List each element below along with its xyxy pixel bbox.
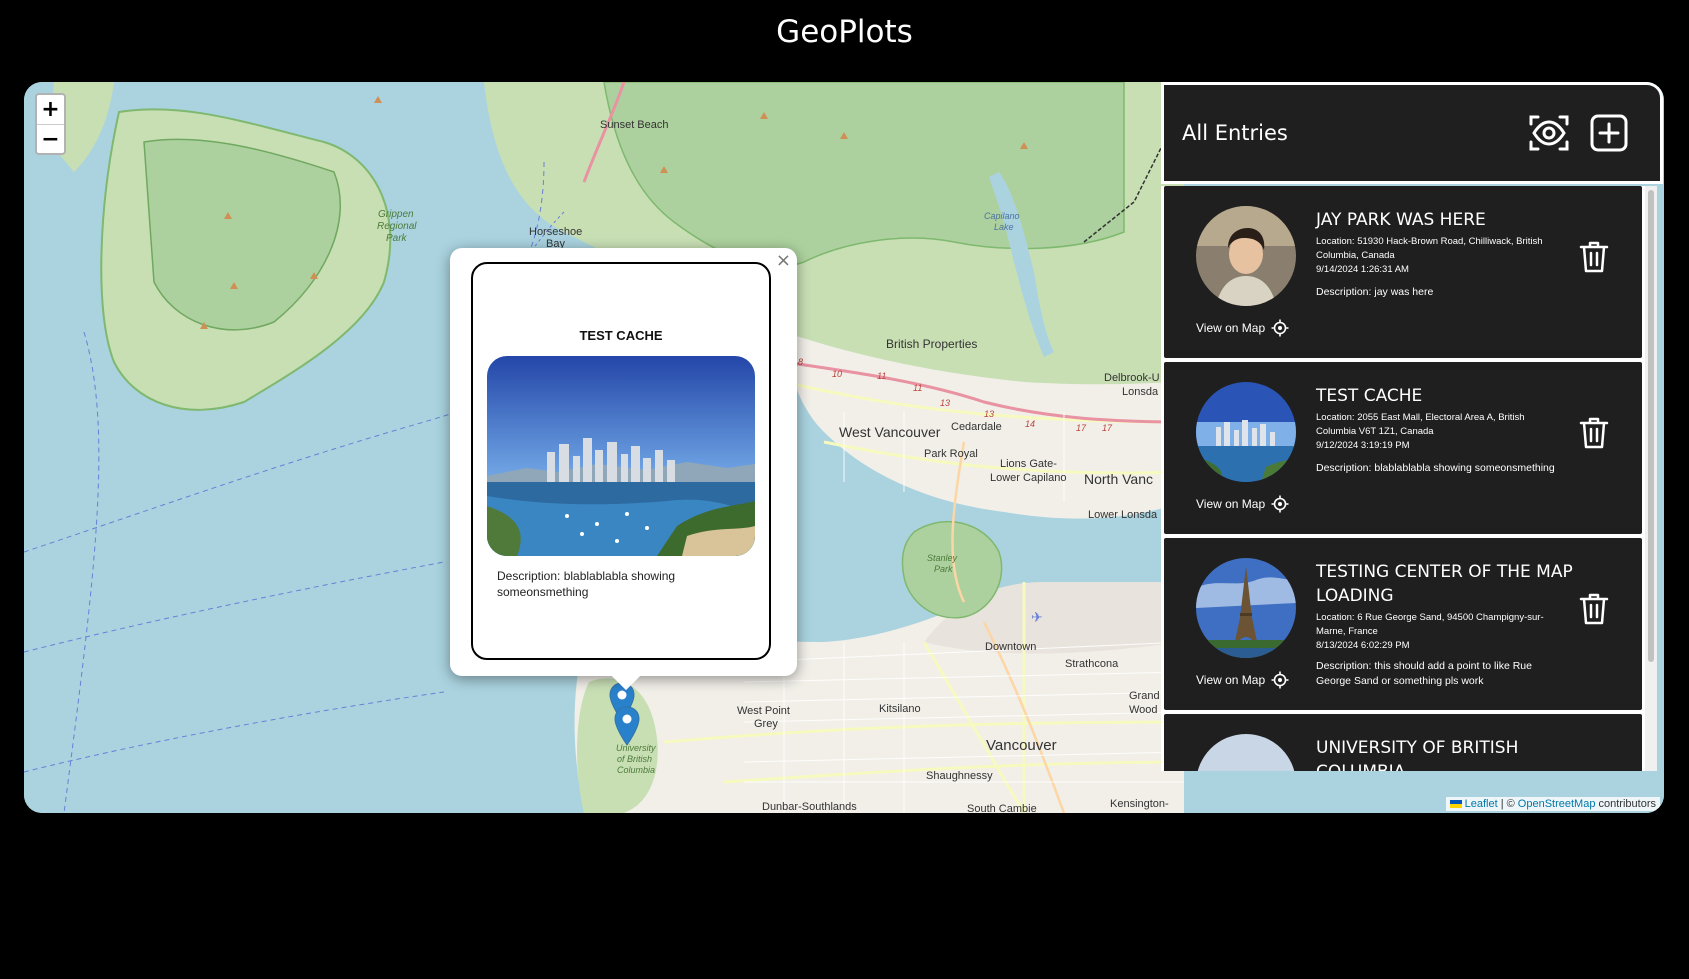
route-number: 11	[877, 371, 886, 381]
map-label: Lions Gate-	[1000, 458, 1057, 470]
entry-date: 9/14/2024 1:26:31 AM	[1316, 264, 1409, 275]
map-label: West Vancouver	[839, 424, 941, 440]
entry-description: Description: jay was here	[1316, 286, 1434, 298]
scrollbar[interactable]	[1645, 186, 1657, 771]
route-number: 13	[940, 398, 950, 408]
entries-panel: All Entries View on Map JAY PARK WAS HER…	[1161, 82, 1664, 813]
view-on-map-label: View on Map	[1196, 673, 1266, 687]
entry-avatar	[1196, 206, 1296, 306]
map-label: Wood	[1129, 704, 1158, 716]
entry-title: JAY PARK WAS HERE	[1316, 210, 1486, 230]
entry-location: Location: 6 Rue George Sand, 94500 Champ…	[1316, 612, 1544, 637]
crosshair-icon	[1271, 495, 1289, 513]
entry-card: View on Map TEST CACHE Location: 2055 Ea…	[1164, 362, 1642, 534]
map-label: Grand	[1129, 690, 1160, 702]
entry-card: View on Map TESTING CENTER OF THE MAP LO…	[1164, 538, 1642, 710]
map-label: Lower Lonsda	[1088, 509, 1158, 521]
view-on-map-button[interactable]: View on Map	[1196, 495, 1289, 513]
map-label: Dunbar-Southlands	[762, 801, 857, 813]
view-on-map-button[interactable]: View on Map	[1196, 319, 1289, 337]
entry-avatar	[1196, 734, 1296, 771]
route-number: 11	[913, 383, 922, 393]
crosshair-icon	[1271, 671, 1289, 689]
popup-image	[487, 356, 755, 556]
map-label: Lower Capilano	[990, 472, 1066, 484]
entry-date: 8/13/2024 6:02:29 PM	[1316, 640, 1410, 651]
entries-list[interactable]: View on Map JAY PARK WAS HERE Location: …	[1161, 186, 1657, 771]
map-marker-pin[interactable]	[614, 706, 640, 746]
route-number: 17	[1102, 423, 1113, 433]
eye-icon[interactable]	[1528, 112, 1570, 154]
entry-avatar	[1196, 558, 1296, 658]
map-label: Kitsilano	[879, 703, 921, 715]
map-label: Grippen	[378, 209, 414, 220]
route-number: 10	[832, 369, 842, 379]
popup-card: TEST CACHE Description: blablablabla sho…	[471, 262, 771, 660]
map-label: of British	[617, 754, 652, 764]
app-title: GeoPlots	[776, 14, 913, 50]
view-on-map-label: View on Map	[1196, 497, 1266, 511]
map-label: Lonsda	[1122, 386, 1159, 398]
panel-header: All Entries	[1161, 82, 1663, 184]
map-label: Columbia	[617, 765, 655, 775]
entry-title: TEST CACHE	[1316, 386, 1423, 406]
map-label: Horseshoe	[529, 226, 582, 238]
zoom-in-button[interactable]: +	[37, 95, 64, 125]
zoom-control: + −	[35, 93, 66, 155]
zoom-out-button[interactable]: −	[37, 125, 64, 154]
map-label: Lake	[994, 222, 1014, 232]
entry-location: Location: 51930 Hack-Brown Road, Chilliw…	[1316, 236, 1543, 261]
route-number: 14	[1025, 419, 1035, 429]
entry-title: UNIVERSITY OF BRITISH COLUMBIA	[1316, 738, 1519, 771]
popup-close-button[interactable]: ×	[776, 250, 791, 271]
map-label: Park	[934, 564, 953, 574]
entry-description: Description: this should add a point to …	[1316, 660, 1532, 687]
trash-icon[interactable]	[1579, 416, 1609, 450]
view-on-map-button[interactable]: View on Map	[1196, 671, 1289, 689]
map-label: Vancouver	[986, 737, 1057, 754]
entry-title: TESTING CENTER OF THE MAP LOADING	[1316, 562, 1573, 606]
crosshair-icon	[1271, 319, 1289, 337]
entry-card: View on Map JAY PARK WAS HERE Location: …	[1164, 186, 1642, 358]
map-label: Stanley	[927, 553, 958, 563]
map-label: British Properties	[886, 337, 977, 351]
map-label: Capilano	[984, 211, 1020, 221]
map-label: Sunset Beach	[600, 119, 669, 131]
map-view[interactable]: ✈ Sunset Beach Horseshoe Bay Grippen Reg…	[24, 82, 1664, 813]
map-label: South Cambie	[967, 803, 1037, 813]
map-label: West Point	[737, 705, 790, 717]
map-label: Regional	[377, 221, 417, 232]
plus-square-icon[interactable]	[1588, 112, 1630, 154]
entry-location: Location: 2055 East Mall, Electoral Area…	[1316, 412, 1525, 437]
route-number: 8	[798, 357, 803, 367]
map-label: Shaughnessy	[926, 770, 993, 782]
popup-title: TEST CACHE	[579, 328, 663, 343]
entry-card: UNIVERSITY OF BRITISH COLUMBIA	[1164, 714, 1642, 771]
map-label: Grey	[754, 718, 778, 730]
trash-icon[interactable]	[1579, 240, 1609, 274]
map-label: Park Royal	[924, 448, 978, 460]
panel-title: All Entries	[1182, 121, 1288, 145]
svg-text:✈: ✈	[1031, 610, 1043, 626]
scrollbar-thumb[interactable]	[1648, 190, 1654, 662]
map-label: North Vanc	[1084, 471, 1153, 487]
trash-icon[interactable]	[1579, 592, 1609, 626]
map-label: Cedardale	[951, 421, 1002, 433]
map-popup: × TEST CACHE Description: blablablabla s…	[450, 248, 797, 691]
route-number: 17	[1076, 423, 1087, 433]
route-number: 13	[984, 409, 994, 419]
popup-description: Description: blablablabla showing someon…	[497, 569, 676, 599]
map-label: Park	[386, 233, 408, 244]
entry-avatar	[1196, 382, 1296, 482]
view-on-map-label: View on Map	[1196, 321, 1266, 335]
map-label: Delbrook-U	[1104, 372, 1160, 384]
entry-date: 9/12/2024 3:19:19 PM	[1316, 440, 1410, 451]
map-label: Strathcona	[1065, 658, 1119, 670]
entry-description: Description: blablablabla showing someon…	[1316, 462, 1555, 474]
map-label: Downtown	[985, 641, 1036, 653]
